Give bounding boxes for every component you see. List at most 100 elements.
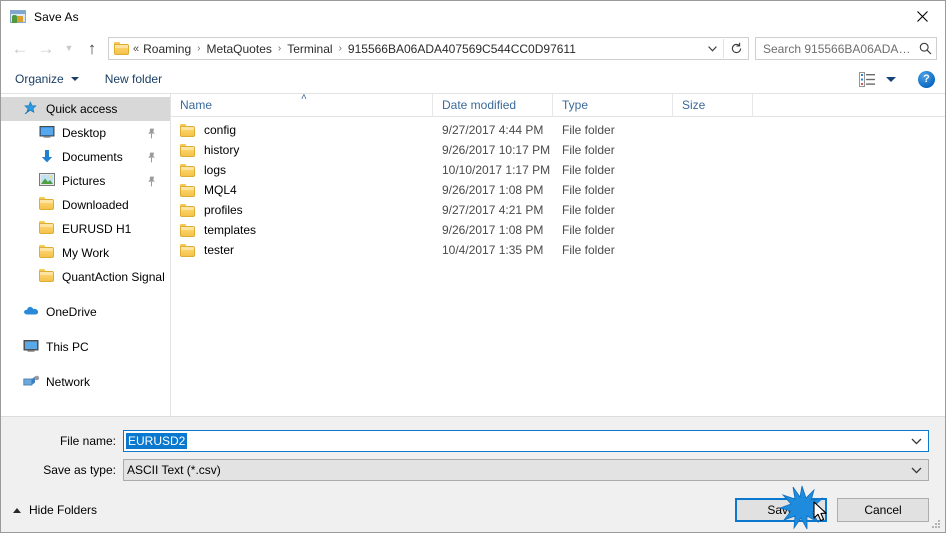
- file-rows: config 9/27/2017 4:44 PM File folder his…: [171, 117, 945, 416]
- documents-icon: [39, 149, 56, 165]
- sidebar-item-desktop[interactable]: Desktop: [1, 121, 170, 145]
- breadcrumb-item-0[interactable]: Roaming: [142, 42, 192, 56]
- save-as-dialog: Save As ← → ▼ ↑ « Roaming › MetaQuotes ›…: [0, 0, 946, 533]
- sidebar-item-label: My Work: [62, 246, 110, 260]
- refresh-icon[interactable]: [724, 38, 748, 59]
- column-header-size[interactable]: Size: [673, 94, 753, 116]
- search-input[interactable]: Search 915566BA06ADA40756...: [756, 42, 914, 56]
- folder-icon: [180, 123, 196, 137]
- table-row[interactable]: MQL4 9/26/2017 1:08 PM File folder: [171, 180, 945, 200]
- table-row[interactable]: tester 10/4/2017 1:35 PM File folder: [171, 240, 945, 260]
- new-folder-button[interactable]: New folder: [105, 72, 162, 86]
- file-list: Name ˄ Date modified Type Size config 9/…: [171, 92, 945, 416]
- search-icon: [914, 42, 936, 55]
- table-row[interactable]: config 9/27/2017 4:44 PM File folder: [171, 120, 945, 140]
- file-date-cell: 10/4/2017 1:35 PM: [442, 243, 544, 257]
- pin-icon[interactable]: [147, 176, 156, 187]
- navigation-pane: Quick access Desktop Documents Pictures …: [1, 94, 171, 416]
- file-name: profiles: [204, 203, 243, 217]
- sidebar-item-my-work[interactable]: My Work: [1, 241, 170, 265]
- organize-button[interactable]: Organize: [15, 72, 79, 86]
- breadcrumb-overflow[interactable]: «: [133, 43, 142, 55]
- details-view-icon[interactable]: [859, 71, 876, 87]
- column-header-date-modified[interactable]: Date modified: [433, 94, 553, 116]
- help-icon[interactable]: ?: [918, 70, 935, 88]
- folder-icon: [180, 183, 196, 197]
- pin-icon[interactable]: [147, 152, 156, 163]
- sidebar-item-onedrive[interactable]: OneDrive: [1, 300, 170, 324]
- address-bar[interactable]: « Roaming › MetaQuotes › Terminal › 9155…: [108, 37, 749, 60]
- file-name: logs: [204, 163, 227, 177]
- sidebar-item-quantaction-signal[interactable]: QuantAction Signal: [1, 265, 170, 289]
- folder-icon: [39, 197, 56, 213]
- pictures-icon: [39, 173, 56, 189]
- cancel-button[interactable]: Cancel: [837, 498, 929, 522]
- up-arrow-icon[interactable]: ↑: [79, 37, 105, 61]
- address-chevron-down-icon[interactable]: [701, 38, 723, 59]
- dialog-footer: File name: EURUSD2 Save as type: ASCII T…: [1, 416, 945, 532]
- breadcrumb-separator[interactable]: ›: [192, 43, 205, 55]
- cancel-label: Cancel: [864, 503, 902, 517]
- recent-locations-chevron-down-icon[interactable]: ▼: [59, 37, 79, 61]
- folder-icon: [39, 245, 56, 261]
- file-name-input[interactable]: EURUSD2: [123, 430, 929, 452]
- file-type-cell: File folder: [562, 143, 615, 157]
- resize-grip[interactable]: [931, 519, 941, 529]
- file-name-row: File name: EURUSD2: [1, 430, 945, 452]
- file-name-cell: profiles: [171, 203, 433, 217]
- save-button[interactable]: Save: [735, 498, 827, 522]
- breadcrumb-item-3[interactable]: 915566BA06ADA407569C544CC0D97611: [347, 42, 577, 56]
- desktop-icon: [39, 125, 56, 141]
- column-label: Date modified: [442, 98, 517, 112]
- sidebar-item-this-pc[interactable]: This PC: [1, 335, 170, 359]
- file-type-cell: File folder: [562, 183, 615, 197]
- forward-arrow-icon[interactable]: →: [33, 37, 59, 61]
- sidebar-item-pictures[interactable]: Pictures: [1, 169, 170, 193]
- table-row[interactable]: templates 9/26/2017 1:08 PM File folder: [171, 220, 945, 240]
- file-date-cell: 9/26/2017 1:08 PM: [442, 183, 544, 197]
- file-type-cell: File folder: [562, 243, 615, 257]
- sidebar-item-quick-access[interactable]: Quick access: [1, 97, 170, 121]
- column-header-type[interactable]: Type: [553, 94, 673, 116]
- file-name-cell: tester: [171, 243, 433, 257]
- file-name-label: File name:: [59, 434, 116, 448]
- sidebar-item-label: EURUSD H1: [62, 222, 132, 236]
- file-type-cell: File folder: [562, 203, 615, 217]
- table-row[interactable]: history 9/26/2017 10:17 PM File folder: [171, 140, 945, 160]
- breadcrumb-separator[interactable]: ›: [273, 43, 286, 55]
- view-chevron-down-icon[interactable]: [886, 76, 896, 82]
- table-row[interactable]: logs 10/10/2017 1:17 PM File folder: [171, 160, 945, 180]
- file-name-chevron-down-icon[interactable]: [904, 438, 928, 445]
- hide-folders-label: Hide Folders: [29, 503, 98, 517]
- back-arrow-icon[interactable]: ←: [7, 37, 33, 61]
- file-date-cell: 9/26/2017 10:17 PM: [442, 143, 551, 157]
- sidebar-item-downloaded[interactable]: Downloaded: [1, 193, 170, 217]
- sidebar-item-network[interactable]: Network: [1, 370, 170, 394]
- chevron-up-icon: [13, 507, 21, 513]
- pin-icon[interactable]: [147, 128, 156, 139]
- file-type-cell: File folder: [562, 163, 615, 177]
- breadcrumb-item-2[interactable]: Terminal: [286, 42, 333, 56]
- table-row[interactable]: profiles 9/27/2017 4:21 PM File folder: [171, 200, 945, 220]
- sidebar-item-eurusd-h1[interactable]: EURUSD H1: [1, 217, 170, 241]
- search-box[interactable]: Search 915566BA06ADA40756...: [755, 37, 937, 60]
- file-name-cell: templates: [171, 223, 433, 237]
- save-as-type-chevron-down-icon[interactable]: [904, 467, 928, 474]
- hide-folders-button[interactable]: Hide Folders: [13, 503, 97, 517]
- close-icon[interactable]: [899, 1, 945, 31]
- app-icon: [10, 9, 26, 25]
- breadcrumb: « Roaming › MetaQuotes › Terminal › 9155…: [133, 42, 701, 56]
- folder-icon: [180, 163, 196, 177]
- folder-icon: [39, 221, 56, 237]
- sort-ascending-icon: ˄: [301, 92, 307, 103]
- breadcrumb-separator[interactable]: ›: [334, 43, 347, 55]
- sidebar-item-label: Desktop: [62, 126, 107, 140]
- save-as-type-select[interactable]: ASCII Text (*.csv): [123, 459, 929, 481]
- folder-icon: [180, 223, 196, 237]
- save-label: Save: [767, 503, 795, 517]
- breadcrumb-item-1[interactable]: MetaQuotes: [206, 42, 273, 56]
- file-name-value[interactable]: EURUSD2: [126, 433, 188, 449]
- sidebar-item-documents[interactable]: Documents: [1, 145, 170, 169]
- column-header-name[interactable]: Name ˄: [171, 92, 433, 116]
